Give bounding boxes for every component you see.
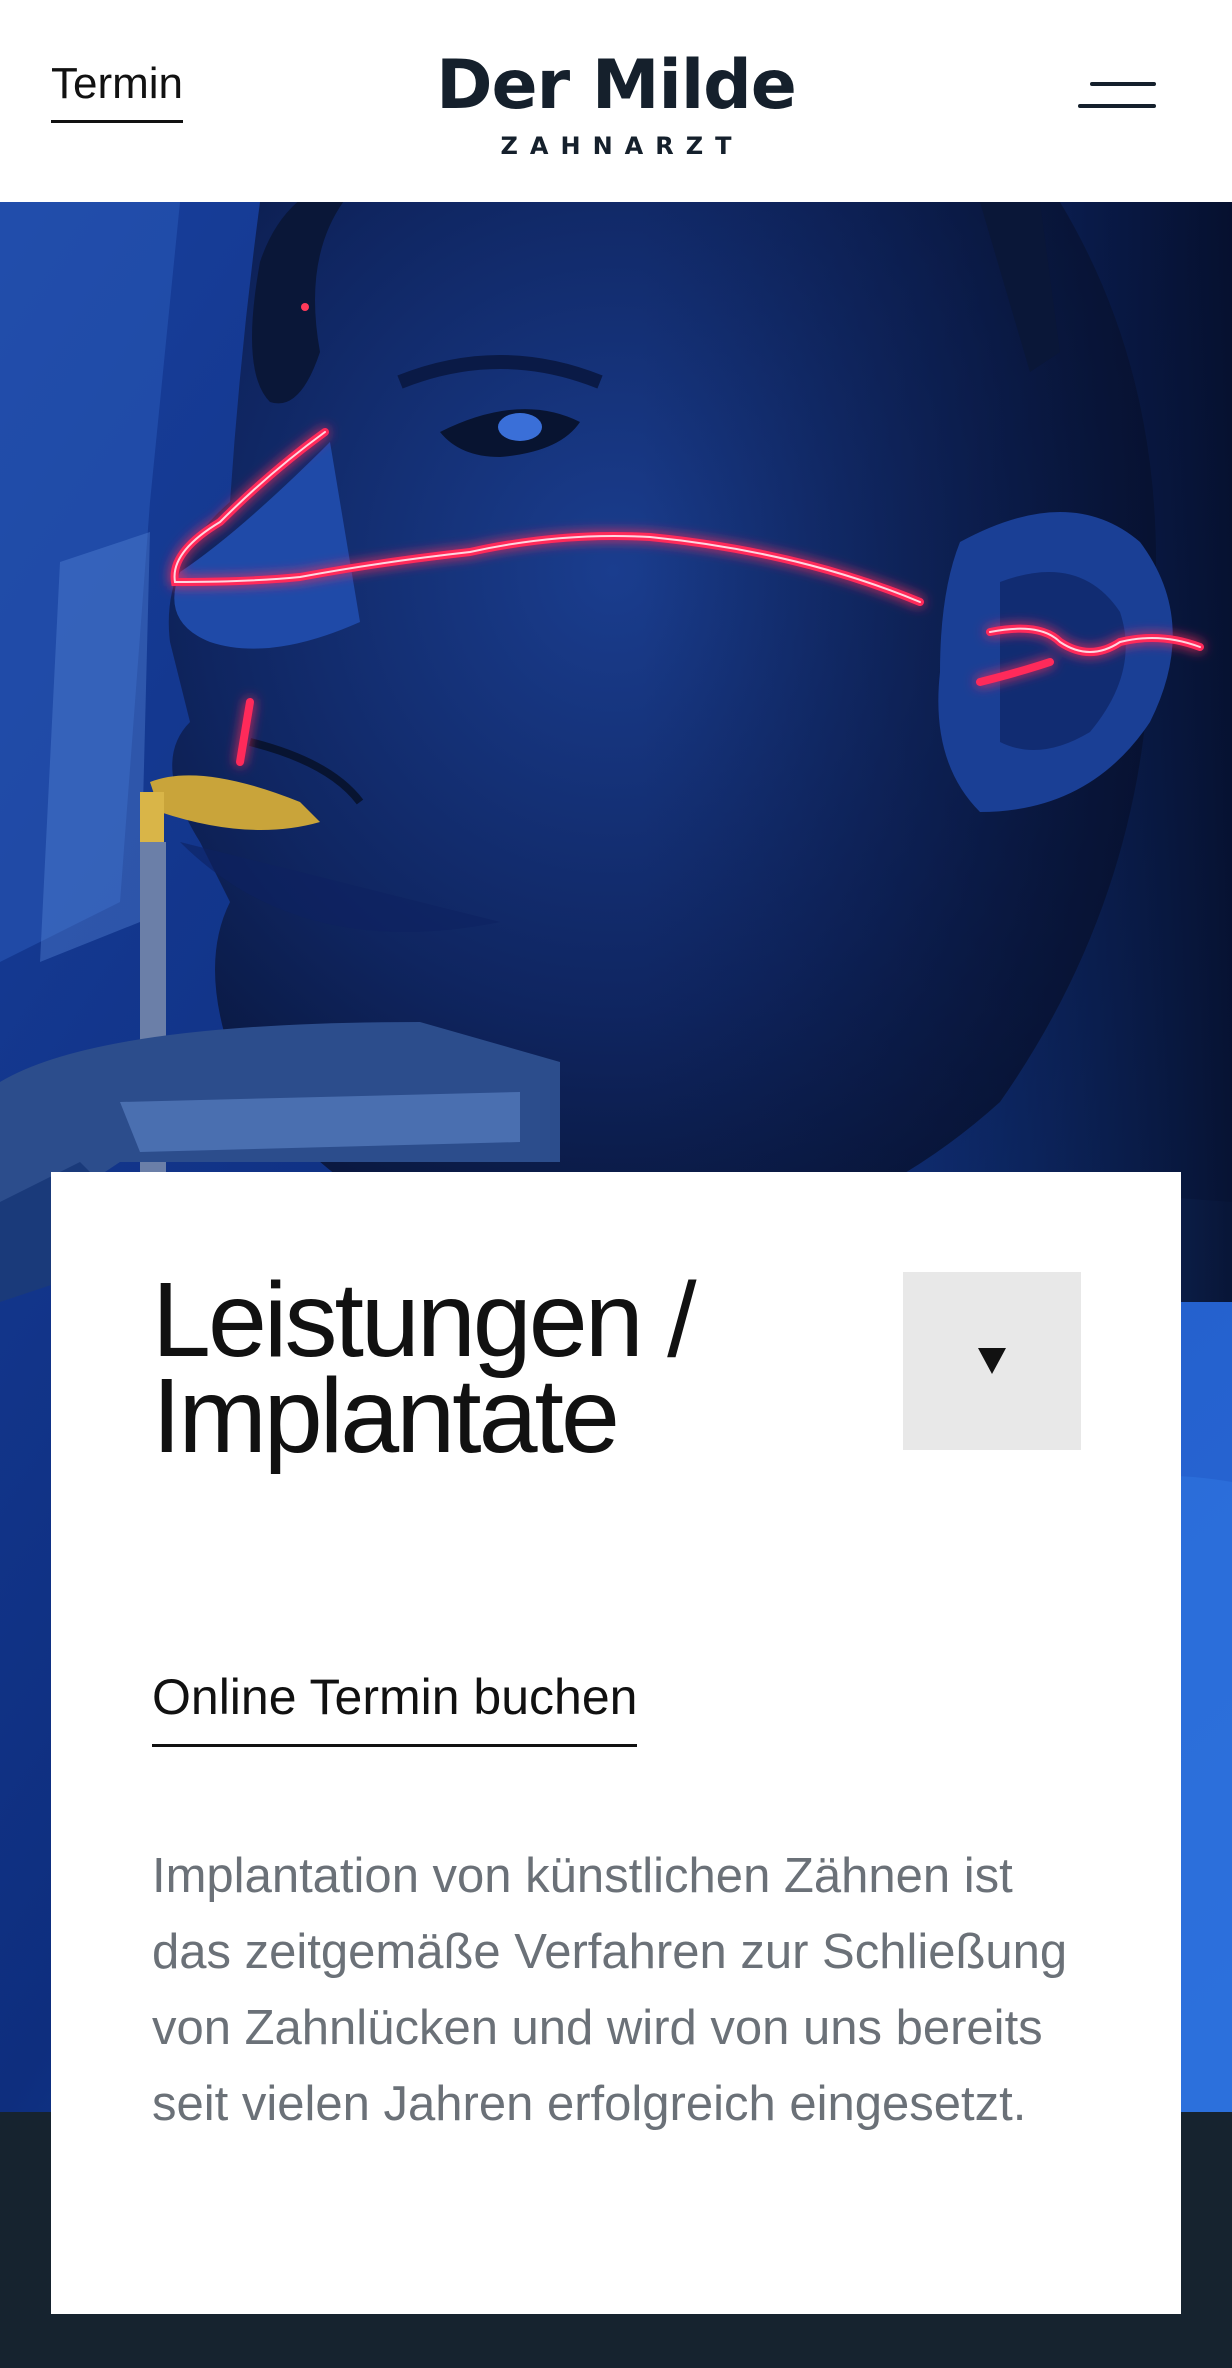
page-title-line-1: Leistungen /	[152, 1261, 697, 1379]
logo-name: Der Milde	[436, 46, 797, 125]
page-title-line-2: Implantate	[152, 1357, 620, 1475]
online-booking-link[interactable]: Online Termin buchen	[152, 1672, 638, 1747]
service-card: Leistungen / Implantate Online Termin bu…	[51, 1172, 1181, 2314]
triangle-down-icon	[978, 1348, 1006, 1374]
service-description: Implantation von künstlichen Zähnen ist …	[152, 1849, 1068, 2131]
hamburger-menu-icon[interactable]	[1076, 72, 1160, 122]
services-dropdown-button[interactable]	[903, 1272, 1081, 1450]
logo-subtitle: ZAHNARZT	[500, 132, 744, 160]
menu-bar-bottom	[1078, 104, 1156, 108]
site-header: Termin Der Milde ZAHNARZT	[0, 0, 1232, 202]
menu-bar-top	[1090, 82, 1156, 86]
page-title: Leistungen / Implantate	[152, 1261, 792, 1475]
logo[interactable]: Der Milde ZAHNARZT	[0, 46, 1232, 161]
